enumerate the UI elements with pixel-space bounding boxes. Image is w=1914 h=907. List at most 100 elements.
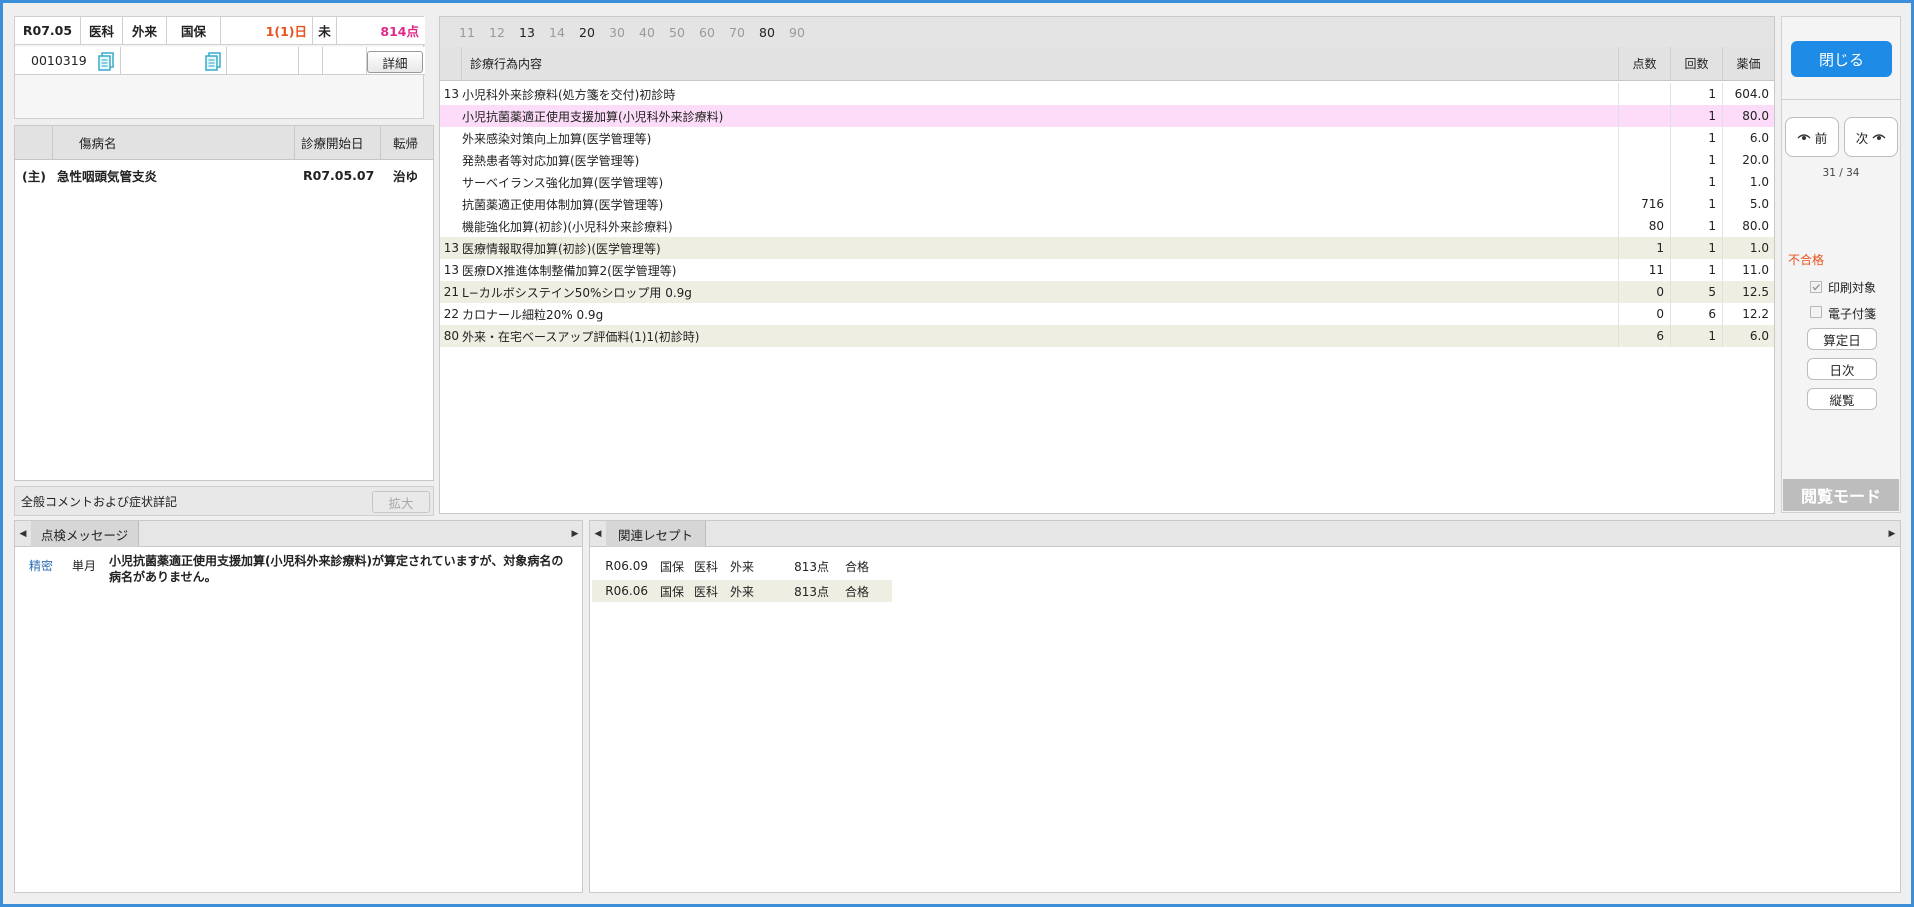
procedure-count: 1: [1670, 127, 1722, 149]
procedure-code: 13: [443, 241, 459, 255]
receipt-summary-row: R07.05 医科 外来 国保 1(1)日 未 814点: [15, 17, 425, 45]
procedure-name: 外来・在宅ベースアップ評価料(1)1(初診時): [462, 329, 700, 344]
days-label: 1(1)日: [221, 17, 313, 44]
daily-button[interactable]: 日次: [1807, 358, 1877, 380]
procedure-price: 12.2: [1722, 303, 1774, 325]
col-procedure-name: 診療行為内容: [470, 57, 543, 71]
procedure-name: 医療DX推進体制整備加算2(医学管理等): [462, 263, 677, 278]
message-text[interactable]: 小児抗菌薬適正使用支援加算(小児科外来診療料)が算定されていますが、対象病名の …: [109, 553, 581, 585]
procedure-count: 1: [1670, 193, 1722, 215]
procedure-count: 5: [1670, 281, 1722, 303]
prev-button[interactable]: 前: [1785, 117, 1839, 157]
procedure-row[interactable]: 80 外来・在宅ベースアップ評価料(1)1(初診時) 6 1 6.0: [440, 325, 1774, 347]
receipt-result: 合格: [844, 559, 869, 574]
print-target-checkbox[interactable]: [1810, 281, 1822, 293]
procedure-row[interactable]: 13 医療DX推進体制整備加算2(医学管理等) 11 1 11.0: [440, 259, 1774, 281]
procedure-name: L−カルボシステイン50%シロップ用 0.9g: [462, 285, 692, 300]
procedure-name: 医療情報取得加算(初診)(医学管理等): [462, 241, 661, 256]
receipt-header: R07.05 医科 外来 国保 1(1)日 未 814点 0010319 詳細: [14, 16, 425, 119]
document-icon[interactable]: [204, 51, 221, 71]
procedure-code: 13: [443, 263, 459, 277]
category-tab[interactable]: 13: [512, 25, 542, 40]
disease-name: 急性咽頭気管支炎: [57, 168, 158, 184]
procedure-row[interactable]: 抗菌薬適正使用体制加算(医学管理等) 716 1 5.0: [440, 193, 1774, 215]
procedure-row[interactable]: 小児抗菌薬適正使用支援加算(小児科外来診療料) 1 80.0: [440, 105, 1774, 127]
category-tab[interactable]: 90: [782, 25, 812, 40]
scroll-left-icon[interactable]: ◀: [592, 527, 604, 541]
e-tag-checkbox[interactable]: [1810, 306, 1822, 318]
category-tab[interactable]: 40: [632, 25, 662, 40]
procedure-count: 1: [1670, 171, 1722, 193]
procedure-price: 604.0: [1722, 83, 1774, 105]
procedure-row[interactable]: 21 L−カルボシステイン50%シロップ用 0.9g 0 5 12.5: [440, 281, 1774, 303]
document-icon[interactable]: [97, 51, 114, 71]
category-tab[interactable]: 80: [752, 25, 782, 40]
procedure-price: 11.0: [1722, 259, 1774, 281]
col-count: 回数: [1670, 47, 1722, 80]
receipt-points: 813点: [794, 559, 829, 574]
disease-list-header: 傷病名 診療開始日 転帰: [15, 126, 433, 160]
message-line-1: 小児抗菌薬適正使用支援加算(小児科外来診療料)が算定されていますが、対象病名の: [109, 554, 564, 568]
procedure-row[interactable]: 発熱患者等対応加算(医学管理等) 1 20.0: [440, 149, 1774, 171]
procedure-price: 12.5: [1722, 281, 1774, 303]
next-button[interactable]: 次: [1844, 117, 1898, 157]
category-tab[interactable]: 70: [722, 25, 752, 40]
related-receipt-row[interactable]: R06.09 国保 医科 外来 813点 合格: [592, 555, 892, 577]
status-text: 不合格: [1788, 253, 1825, 267]
procedure-row[interactable]: 13 小児科外来診療料(処方箋を交付)初診時 1 604.0: [440, 83, 1774, 105]
empty-cell: [299, 47, 323, 74]
expand-button[interactable]: 拡大: [372, 491, 430, 513]
dept-label: 医科: [81, 17, 123, 44]
document-cell: [121, 47, 227, 74]
procedure-row[interactable]: サーベイランス強化加算(医学管理等) 1 1.0: [440, 171, 1774, 193]
scroll-right-icon[interactable]: ▶: [1886, 527, 1898, 541]
disease-outcome: 治ゆ: [393, 168, 419, 184]
e-tag-label: 電子付箋: [1828, 307, 1877, 321]
scroll-right-icon[interactable]: ▶: [569, 527, 581, 541]
close-button[interactable]: 閉じる: [1791, 41, 1892, 77]
procedure-row[interactable]: 外来感染対策向上加算(医学管理等) 1 6.0: [440, 127, 1774, 149]
total-points: 814点: [380, 24, 419, 39]
tab-check-messages[interactable]: 点検メッセージ: [31, 521, 139, 547]
category-tab[interactable]: 60: [692, 25, 722, 40]
procedure-row[interactable]: 機能強化加算(初診)(小児科外来診療料) 80 1 80.0: [440, 215, 1774, 237]
eye-left-icon: [1797, 130, 1811, 145]
receipt-visit: 外来: [729, 584, 754, 599]
procedure-price: 1.0: [1722, 171, 1774, 193]
procedure-name: サーベイランス強化加算(医学管理等): [462, 175, 664, 190]
procedure-points: 11: [1618, 259, 1670, 281]
procedure-count: 1: [1670, 325, 1722, 347]
col-start-date: 診療開始日: [295, 126, 381, 159]
divider: [1782, 99, 1900, 100]
receipt-month: R07.05: [15, 17, 81, 44]
disease-prefix: (主): [22, 168, 46, 184]
category-tab[interactable]: 50: [662, 25, 692, 40]
overview-button[interactable]: 縦覧: [1807, 388, 1877, 410]
calc-day-button[interactable]: 算定日: [1807, 328, 1877, 350]
message-line-2: 病名がありません。: [109, 570, 217, 584]
related-receipt-row[interactable]: R06.06 国保 医科 外来 813点 合格: [592, 580, 892, 602]
check-messages-panel: ◀ 点検メッセージ ▶ 精密 単月 小児抗菌薬適正使用支援加算(小児科外来診療料…: [14, 520, 583, 893]
procedure-name: カロナール細粒20% 0.9g: [462, 307, 604, 322]
procedure-row[interactable]: 22 カロナール細粒20% 0.9g 0 6 12.2: [440, 303, 1774, 325]
procedure-count: 1: [1670, 237, 1722, 259]
header-spacer: [440, 47, 462, 80]
comment-label: 全般コメントおよび症状詳記: [21, 494, 178, 509]
procedure-row[interactable]: 13 医療情報取得加算(初診)(医学管理等) 1 1 1.0: [440, 237, 1774, 259]
category-tab[interactable]: 30: [602, 25, 632, 40]
procedure-code: 80: [443, 329, 459, 343]
receipt-insurance: 国保: [659, 584, 684, 599]
category-tab[interactable]: 14: [542, 25, 572, 40]
scroll-left-icon[interactable]: ◀: [17, 527, 29, 541]
receipt-points: 813点: [794, 584, 829, 599]
message-period: 単月: [72, 559, 97, 573]
disease-row[interactable]: (主) 急性咽頭気管支炎 R07.05.07 治ゆ: [15, 162, 433, 188]
category-tab[interactable]: 11: [452, 25, 482, 40]
category-tab[interactable]: 20: [572, 25, 602, 40]
category-tab[interactable]: 12: [482, 25, 512, 40]
header-spacer: [15, 126, 53, 159]
detail-button[interactable]: 詳細: [367, 51, 423, 73]
procedure-name: 小児抗菌薬適正使用支援加算(小児科外来診療料): [462, 109, 724, 124]
patient-id: 0010319: [31, 53, 87, 68]
tab-related-receipts[interactable]: 関連レセプト: [606, 521, 706, 547]
